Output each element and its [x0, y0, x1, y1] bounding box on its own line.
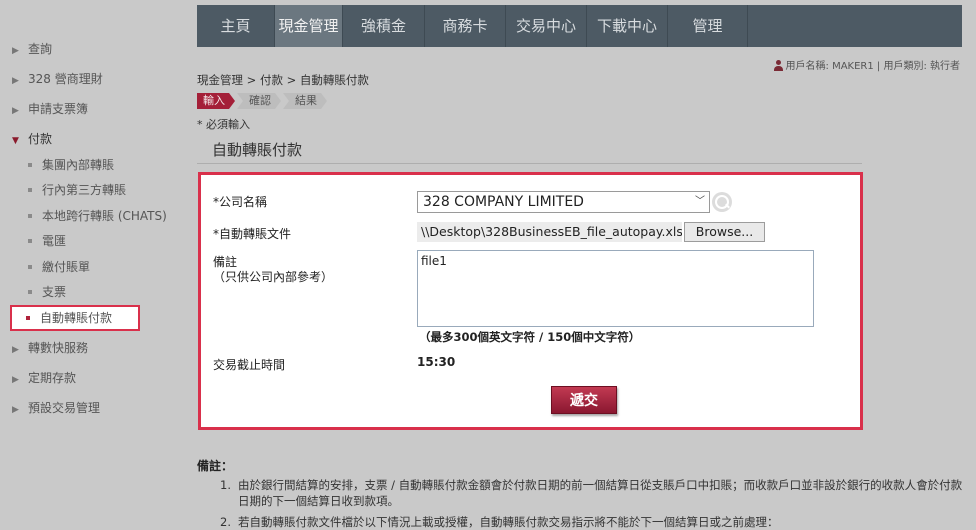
sidebar-item-inquiry[interactable]: ▶ 查詢: [12, 40, 52, 58]
sidebar-subitem-label: 支票: [42, 285, 67, 299]
chevron-right-icon: ▶: [12, 76, 19, 86]
sidebar-subitem-label: 電匯: [42, 234, 67, 248]
progress-steps: 輸入 確認 結果: [197, 93, 329, 109]
tab-administration[interactable]: 管理: [668, 5, 748, 47]
top-nav: 主頁 現金管理 強積金 商務卡 交易中心 下載中心 管理: [197, 5, 962, 47]
chevron-right-icon: ▶: [12, 405, 19, 415]
user-icon: [773, 59, 783, 71]
step-input: 輸入: [197, 93, 235, 109]
company-select[interactable]: 328 COMPANY LIMITED ﹀: [417, 191, 710, 213]
user-info: 用戶名稱: MAKER1 | 用戶類別: 執行者: [773, 57, 960, 72]
sidebar: ▶ 查詢 ▶ 328 營商理財 ▶ 申請支票簿 ▼ 付款 集團內部轉賬 行內第三方轉賬 …: [0, 0, 190, 530]
step-result: 結果: [283, 93, 327, 109]
sidebar-item-label: 申請支票簿: [28, 102, 89, 116]
autopay-form: *公司名稱 328 COMPANY LIMITED ﹀ *自動轉賬文件 \\De…: [198, 172, 863, 430]
chevron-right-icon: ▶: [12, 106, 19, 116]
sidebar-item-label: 轉數快服務: [28, 341, 89, 355]
sidebar-subitem-label: 自動轉賬付款: [40, 311, 113, 325]
chevron-down-icon: ﹀: [695, 196, 705, 207]
file-label: *自動轉賬文件: [213, 227, 292, 241]
bullet-icon: [28, 264, 32, 269]
sidebar-subitem-cheque[interactable]: 支票: [28, 283, 66, 301]
submit-button[interactable]: 遞交: [551, 386, 617, 414]
sidebar-subitem-label: 本地跨行轉賬 (CHATS): [42, 209, 167, 223]
sidebar-item-label: 付款: [28, 132, 53, 146]
remarks-input[interactable]: file1: [417, 250, 814, 327]
chevron-down-icon: ▼: [12, 136, 19, 146]
note-text: 由於銀行間結算的安排，支票 / 自動轉賬付款金額會於付款日期的前一個結算日從支賬…: [238, 478, 963, 508]
sidebar-item-preset-transactions[interactable]: ▶ 預設交易管理: [12, 399, 100, 417]
remarks-sub-label: （只供公司內部參考）: [213, 270, 334, 284]
note-item: 2. 若自動轉賬付款文件檔於以下情況上載或授權，自動轉賬付款交易指示將不能於下一…: [220, 514, 965, 530]
bullet-icon: [28, 213, 32, 218]
sidebar-item-payment[interactable]: ▼ 付款: [12, 130, 52, 148]
notes-title: 備註：: [197, 459, 234, 473]
page-title: 自動轉賬付款: [197, 136, 862, 164]
sidebar-subitem-label: 繳付賬單: [42, 260, 91, 274]
chevron-right-icon: ▶: [12, 46, 19, 56]
bullet-icon: [26, 315, 30, 320]
char-limit-hint: （最多300個英文字符 / 150個中文字符）: [419, 330, 641, 344]
sidebar-item-label: 328 營商理財: [28, 72, 103, 86]
bullet-icon: [28, 162, 32, 167]
sidebar-item-fps[interactable]: ▶ 轉數快服務: [12, 339, 88, 357]
bullet-icon: [28, 238, 32, 243]
file-path-field[interactable]: \\Desktop\328BusinessEB_file_autopay.xls: [417, 222, 682, 242]
note-item: 1. 由於銀行間結算的安排，支票 / 自動轉賬付款金額會於付款日期的前一個結算日…: [220, 477, 965, 509]
tab-transaction-centre[interactable]: 交易中心: [506, 5, 587, 47]
bullet-icon: [28, 187, 32, 192]
sidebar-item-label: 定期存款: [28, 371, 77, 385]
chevron-right-icon: ▶: [12, 375, 19, 385]
company-select-value: 328 COMPANY LIMITED: [423, 194, 584, 210]
tab-download-centre[interactable]: 下載中心: [587, 5, 668, 47]
sidebar-subitem-telegraphic[interactable]: 電匯: [28, 232, 66, 250]
tab-mpf[interactable]: 強積金: [343, 5, 425, 47]
chevron-right-icon: ▶: [12, 345, 19, 355]
note-text: 若自動轉賬付款文件檔於以下情況上載或授權，自動轉賬付款交易指示將不能於下一個結算…: [238, 515, 779, 529]
note-number: 1.: [220, 478, 231, 492]
note-number: 2.: [220, 515, 231, 529]
sidebar-item-cheque-book[interactable]: ▶ 申請支票簿: [12, 100, 88, 118]
sidebar-item-label: 查詢: [28, 42, 53, 56]
tab-business-card[interactable]: 商務卡: [425, 5, 506, 47]
sidebar-subitem-intra-group[interactable]: 集團內部轉賬: [28, 156, 114, 174]
tab-home[interactable]: 主頁: [197, 5, 275, 47]
browse-button[interactable]: Browse...: [684, 222, 765, 242]
cutoff-time-value: 15:30: [417, 355, 456, 369]
step-confirm: 確認: [237, 93, 281, 109]
sidebar-item-328-business[interactable]: ▶ 328 營商理財: [12, 70, 103, 88]
search-icon[interactable]: [712, 192, 732, 212]
user-info-text: 用戶名稱: MAKER1 | 用戶類別: 執行者: [785, 61, 960, 72]
sidebar-subitem-autopay[interactable]: 自動轉賬付款: [10, 305, 140, 331]
sidebar-subitem-label: 行內第三方轉賬: [42, 183, 127, 197]
sidebar-subitem-chats[interactable]: 本地跨行轉賬 (CHATS): [28, 207, 167, 225]
sidebar-item-label: 預設交易管理: [28, 401, 101, 415]
company-label: *公司名稱: [213, 195, 268, 209]
tab-cash-management[interactable]: 現金管理: [275, 5, 343, 47]
sidebar-subitem-bill-payment[interactable]: 繳付賬單: [28, 258, 90, 276]
required-note: * 必須輸入: [197, 118, 250, 131]
breadcrumb: 現金管理 > 付款 > 自動轉賬付款: [197, 73, 369, 87]
sidebar-subitem-label: 集團內部轉賬: [42, 158, 115, 172]
bullet-icon: [28, 289, 32, 294]
sidebar-item-time-deposit[interactable]: ▶ 定期存款: [12, 369, 76, 387]
sidebar-subitem-third-party[interactable]: 行內第三方轉賬: [28, 181, 126, 199]
cutoff-label: 交易截止時間: [213, 358, 286, 372]
